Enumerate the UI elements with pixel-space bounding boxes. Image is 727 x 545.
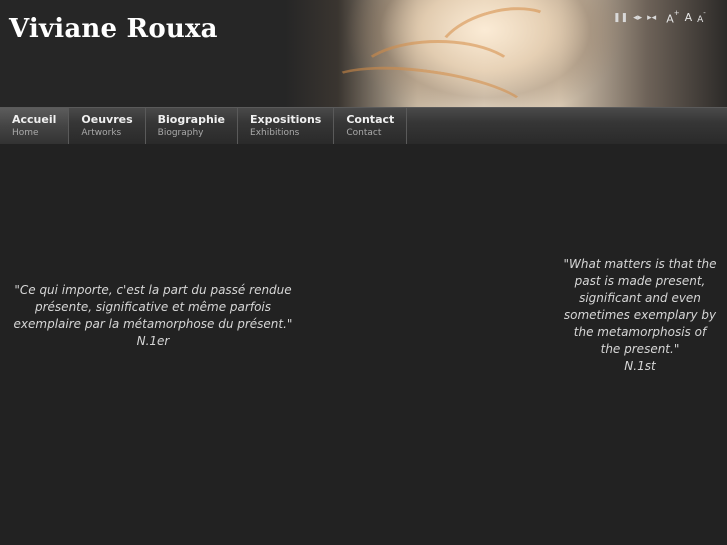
prev-next-icon[interactable]: ◂▸ xyxy=(633,11,642,25)
main-navigation: Accueil Home Oeuvres Artworks Biographie… xyxy=(0,107,727,144)
skip-icon[interactable]: ▸◂ xyxy=(647,11,656,25)
nav-item-label: Contact xyxy=(346,113,395,126)
nav-item-contact[interactable]: Contact Contact xyxy=(334,108,408,144)
quote-french: "Ce qui importe, c'est la part du passé … xyxy=(8,282,298,350)
nav-item-accueil[interactable]: Accueil Home xyxy=(0,108,70,144)
nav-item-label: Oeuvres xyxy=(81,113,133,126)
slideshow-and-font-controls: ❚❚ ◂▸ ▸◂ A+ A A- xyxy=(613,9,706,27)
nav-item-label: Expositions xyxy=(250,113,322,126)
site-title[interactable]: Viviane Rouxa xyxy=(9,14,218,44)
nav-item-label: Accueil xyxy=(12,113,57,126)
nav-item-biographie[interactable]: Biographie Biography xyxy=(146,108,239,144)
nav-item-sublabel: Artworks xyxy=(81,128,122,138)
nav-item-sublabel: Exhibitions xyxy=(250,128,300,138)
quote-text: "Ce qui importe, c'est la part du passé … xyxy=(13,283,293,331)
nav-item-oeuvres[interactable]: Oeuvres Artworks xyxy=(69,108,146,144)
nav-item-sublabel: Biography xyxy=(157,128,204,138)
font-decrease-button[interactable]: A- xyxy=(697,9,706,27)
font-increase-button[interactable]: A+ xyxy=(666,9,679,27)
nav-item-sublabel: Home xyxy=(12,128,39,138)
quote-english: "What matters is that the past is made p… xyxy=(563,256,717,375)
font-increase-label: A xyxy=(666,12,674,26)
font-increase-sign: + xyxy=(673,9,680,18)
nav-item-label: Biographie xyxy=(157,113,226,126)
pause-icon[interactable]: ❚❚ xyxy=(613,11,628,25)
quote-text: "What matters is that the past is made p… xyxy=(563,257,717,356)
nav-item-sublabel: Contact xyxy=(346,128,382,138)
nav-item-expositions[interactable]: Expositions Exhibitions xyxy=(238,108,335,144)
header: Viviane Rouxa ❚❚ ◂▸ ▸◂ A+ A A- xyxy=(0,0,727,107)
quote-author: N.1er xyxy=(136,334,170,348)
quote-author: N.1st xyxy=(624,359,656,373)
font-normal-button[interactable]: A xyxy=(685,11,693,25)
font-decrease-sign: - xyxy=(703,9,706,17)
